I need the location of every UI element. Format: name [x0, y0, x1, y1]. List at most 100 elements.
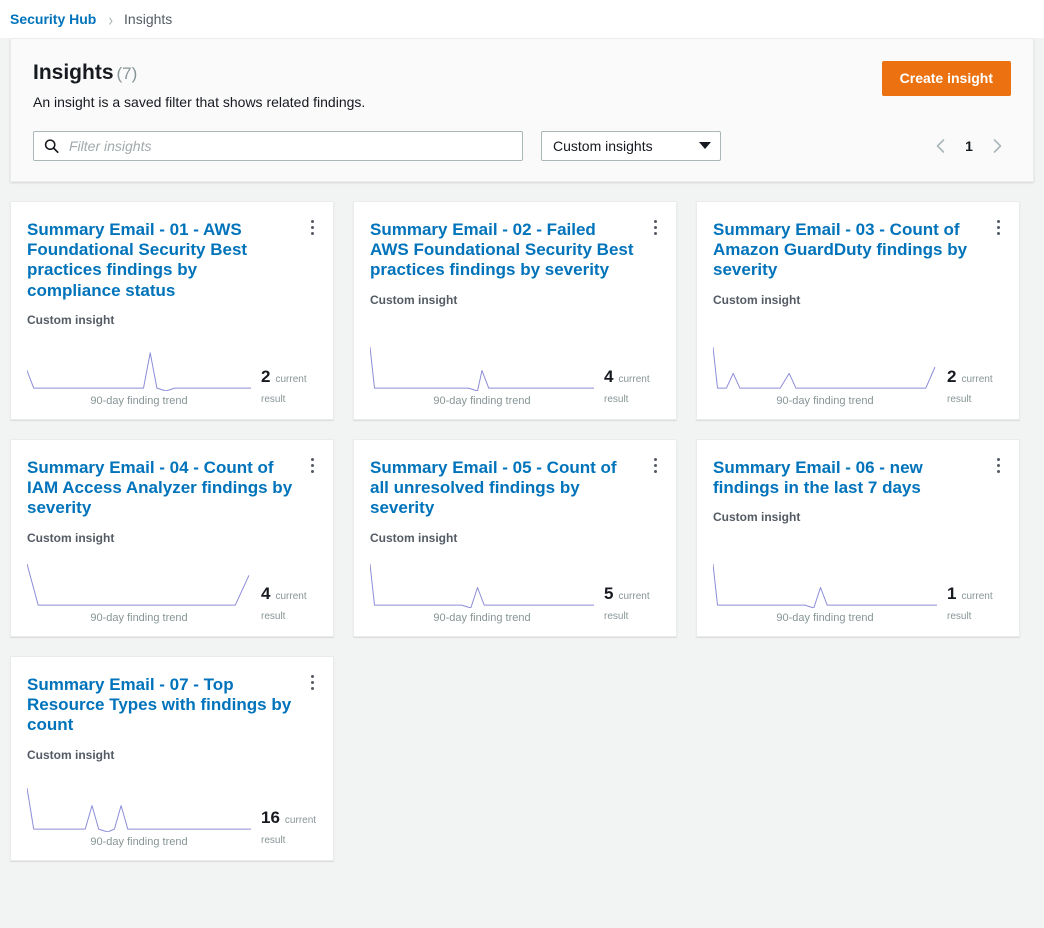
insight-card-chart: 90-day finding trend 4 current result	[27, 550, 317, 624]
current-result-line: 5current	[604, 585, 660, 602]
current-result-line: 2 current	[261, 368, 317, 385]
insight-card-type: Custom insight	[27, 313, 317, 327]
finding-trend-sparkline	[713, 564, 937, 608]
breadcrumb: Security Hub › Insights	[0, 0, 1044, 38]
finding-trend-sparkline	[27, 564, 251, 608]
insights-controls: Custom insights 1	[33, 131, 1011, 161]
current-result-word-2: result	[261, 611, 317, 622]
current-result-block: 1 current result	[937, 585, 1003, 624]
insight-card-type: Custom insight	[370, 531, 660, 545]
current-result-value: 2	[261, 368, 270, 385]
current-result-word-1: current	[275, 375, 306, 385]
insight-type-select-wrapper: Custom insights	[541, 131, 721, 161]
create-insight-button[interactable]: Create insight	[882, 61, 1011, 96]
current-result-line: 4current	[604, 368, 660, 385]
insight-card-type: Custom insight	[713, 510, 1003, 524]
insight-card[interactable]: Summary Email - 02 - Failed AWS Foundati…	[353, 201, 677, 420]
sparkline-column: 90-day finding trend	[713, 564, 937, 624]
page-body: Insights(7) An insight is a saved filter…	[0, 38, 1044, 928]
sparkline-caption: 90-day finding trend	[27, 395, 251, 407]
insight-card-type: Custom insight	[27, 748, 317, 762]
insight-card[interactable]: Summary Email - 05 - Count of all unreso…	[353, 439, 677, 637]
current-result-value: 2	[947, 368, 956, 385]
sparkline-caption: 90-day finding trend	[713, 612, 937, 624]
insight-card-title[interactable]: Summary Email - 03 - Count of Amazon Gua…	[713, 220, 979, 281]
sparkline-caption: 90-day finding trend	[370, 612, 594, 624]
current-result-word-2: result	[604, 394, 660, 405]
current-result-word-1: current	[275, 592, 306, 602]
insight-card-type: Custom insight	[713, 293, 1003, 307]
sparkline-column: 90-day finding trend	[713, 347, 937, 407]
search-field-wrapper	[33, 131, 523, 161]
search-input[interactable]	[33, 131, 523, 161]
kebab-menu-icon[interactable]	[989, 454, 1007, 478]
insight-card[interactable]: Summary Email - 06 - new findings in the…	[696, 439, 1020, 637]
finding-trend-sparkline	[27, 788, 251, 832]
chevron-left-icon	[935, 138, 947, 154]
page-title-text: Insights	[33, 61, 114, 84]
insight-card-chart: 90-day finding trend16currentresult	[27, 774, 317, 848]
current-result-word-2: result	[604, 611, 660, 622]
insight-card[interactable]: Summary Email - 07 - Top Resource Types …	[10, 656, 334, 861]
insight-card-chart: 90-day finding trend 5current result	[370, 550, 660, 624]
current-result-word-1: current	[961, 375, 992, 385]
sparkline-caption: 90-day finding trend	[27, 612, 251, 624]
chevron-down-icon	[699, 142, 711, 149]
kebab-menu-icon[interactable]	[646, 216, 664, 240]
current-result-value: 4	[261, 585, 270, 602]
current-result-block: 16currentresult	[251, 809, 317, 848]
sparkline-column: 90-day finding trend	[27, 347, 251, 407]
header-top-row: Insights(7) An insight is a saved filter…	[33, 61, 1011, 113]
finding-trend-sparkline	[27, 347, 251, 391]
current-result-word-2: result	[261, 835, 317, 846]
pagination-page-1[interactable]: 1	[959, 138, 979, 154]
sparkline-column: 90-day finding trend	[370, 564, 594, 624]
current-result-word-2: result	[947, 394, 1003, 405]
page-description: An insight is a saved filter that shows …	[33, 93, 365, 113]
insight-card-title[interactable]: Summary Email - 07 - Top Resource Types …	[27, 675, 293, 736]
pagination-prev-button[interactable]	[927, 132, 955, 160]
insight-type-select-value: Custom insights	[553, 138, 653, 154]
current-result-value: 16	[261, 809, 280, 826]
current-result-word-2: result	[947, 611, 1003, 622]
current-result-block: 4 current result	[251, 585, 317, 624]
insight-card-title[interactable]: Summary Email - 02 - Failed AWS Foundati…	[370, 220, 636, 281]
pagination-next-button[interactable]	[983, 132, 1011, 160]
kebab-menu-icon[interactable]	[303, 216, 321, 240]
current-result-line: 4 current	[261, 585, 317, 602]
chevron-right-icon	[991, 138, 1003, 154]
kebab-menu-icon[interactable]	[303, 671, 321, 695]
insight-type-select[interactable]: Custom insights	[541, 131, 721, 161]
insight-card-title[interactable]: Summary Email - 01 - AWS Foundational Se…	[27, 220, 293, 302]
current-result-block: 2 current result	[937, 368, 1003, 407]
sparkline-caption: 90-day finding trend	[713, 395, 937, 407]
finding-trend-sparkline	[370, 347, 594, 391]
sparkline-caption: 90-day finding trend	[370, 395, 594, 407]
sparkline-column: 90-day finding trend	[27, 564, 251, 624]
pagination: 1	[927, 132, 1011, 160]
insight-card-title[interactable]: Summary Email - 06 - new findings in the…	[713, 458, 979, 499]
finding-trend-sparkline	[713, 347, 937, 391]
current-result-value: 5	[604, 585, 613, 602]
sparkline-column: 90-day finding trend	[370, 347, 594, 407]
kebab-menu-icon[interactable]	[303, 454, 321, 478]
current-result-block: 2currentresult	[251, 368, 317, 407]
kebab-menu-icon[interactable]	[646, 454, 664, 478]
insight-card-type: Custom insight	[370, 293, 660, 307]
breadcrumb-link-security-hub[interactable]: Security Hub	[10, 11, 96, 27]
breadcrumb-current-insights: Insights	[124, 11, 172, 27]
insight-card-title[interactable]: Summary Email - 04 - Count of IAM Access…	[27, 458, 293, 519]
insight-card-title[interactable]: Summary Email - 05 - Count of all unreso…	[370, 458, 636, 519]
current-result-word-1: current	[961, 592, 992, 602]
sparkline-caption: 90-day finding trend	[27, 836, 251, 848]
current-result-line: 2 current	[947, 368, 1003, 385]
insight-card-chart: 90-day finding trend2currentresult	[27, 333, 317, 407]
insight-card[interactable]: Summary Email - 03 - Count of Amazon Gua…	[696, 201, 1020, 420]
insight-card[interactable]: Summary Email - 01 - AWS Foundational Se…	[10, 201, 334, 420]
kebab-menu-icon[interactable]	[989, 216, 1007, 240]
insight-card[interactable]: Summary Email - 04 - Count of IAM Access…	[10, 439, 334, 637]
insight-cards-grid: Summary Email - 01 - AWS Foundational Se…	[10, 201, 1034, 861]
current-result-value: 1	[947, 585, 956, 602]
current-result-value: 4	[604, 368, 613, 385]
current-result-block: 4current result	[594, 368, 660, 407]
